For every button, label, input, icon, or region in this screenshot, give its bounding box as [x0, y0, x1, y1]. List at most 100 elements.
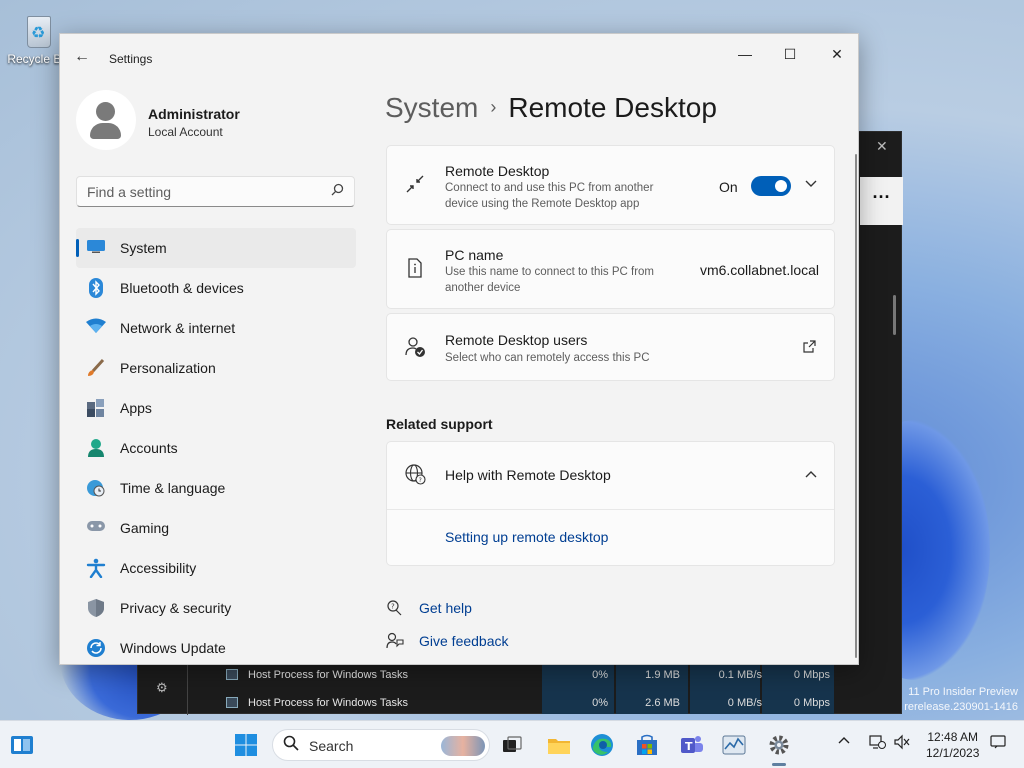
process-memory: 1.9 MB [645, 669, 680, 681]
process-name: Host Process for Windows Tasks [248, 669, 408, 681]
nav-item-accessibility[interactable]: Accessibility [76, 548, 356, 588]
content-scrollbar[interactable] [855, 154, 857, 658]
get-help-label: Get help [419, 600, 472, 616]
pc-name-icon [403, 258, 427, 282]
nav-item-time-language[interactable]: Time & language [76, 468, 356, 508]
process-name: Host Process for Windows Tasks [248, 697, 408, 709]
file-explorer-icon[interactable] [545, 731, 573, 759]
remote-desktop-toggle[interactable] [751, 176, 791, 196]
nav-item-label: Accounts [120, 440, 178, 456]
breadcrumb-current: Remote Desktop [508, 92, 717, 123]
brush-icon [86, 358, 106, 378]
settings-taskbar-icon[interactable] [765, 731, 793, 759]
task-manager-taskbar-icon[interactable] [720, 731, 748, 759]
open-external-icon[interactable] [803, 340, 816, 356]
process-cpu: 0% [592, 669, 608, 681]
nav-item-bluetooth-devices[interactable]: Bluetooth & devices [76, 268, 356, 308]
remote-desktop-card[interactable]: Remote Desktop Connect to and use this P… [386, 145, 835, 225]
remote-desktop-users-title: Remote Desktop users [445, 332, 588, 348]
teams-icon[interactable]: T [678, 731, 706, 759]
card-divider [387, 509, 834, 510]
help-icon: ? [386, 599, 404, 621]
taskbar: Search T 12:48 AM 12/1/2023 [0, 720, 1024, 768]
breadcrumb-parent[interactable]: System [385, 92, 478, 123]
notifications-icon[interactable] [990, 734, 1006, 753]
back-arrow-icon: ← [74, 48, 90, 65]
process-network: 0 Mbps [793, 697, 830, 709]
maximize-button[interactable]: ☐ [767, 40, 813, 68]
settings-search-box[interactable]: Find a setting [76, 176, 355, 207]
chevron-down-icon[interactable] [805, 177, 817, 192]
start-button[interactable] [232, 731, 260, 759]
nav-item-network-internet[interactable]: Network & internet [76, 308, 356, 348]
help-remote-desktop-card[interactable]: ? Help with Remote Desktop Setting up re… [386, 441, 835, 566]
volume-muted-icon[interactable] [893, 734, 911, 753]
nav-item-windows-update[interactable]: Windows Update [76, 628, 356, 664]
system-icon [86, 238, 106, 258]
setting-up-remote-desktop-link[interactable]: Setting up remote desktop [445, 529, 608, 545]
active-indicator [76, 239, 79, 257]
pc-name-value: vm6.collabnet.local [699, 262, 819, 278]
nav-item-label: Privacy & security [120, 600, 232, 616]
chevron-up-icon[interactable] [805, 469, 817, 484]
nav-item-privacy-security[interactable]: Privacy & security [76, 588, 356, 628]
give-feedback-label: Give feedback [419, 633, 509, 649]
nav-item-label: Windows Update [120, 640, 226, 656]
title-bar[interactable]: ← Settings — ☐ ✕ [60, 34, 858, 82]
system-clock[interactable]: 12:48 AM 12/1/2023 [926, 729, 979, 761]
taskbar-search[interactable]: Search [272, 729, 490, 761]
task-view-icon[interactable] [498, 731, 526, 759]
search-highlight-image [441, 736, 485, 756]
nav-item-apps[interactable]: Apps [76, 388, 356, 428]
bluetooth-icon [86, 278, 106, 298]
close-button[interactable]: ✕ [814, 40, 858, 68]
toggle-state-label: On [719, 179, 738, 195]
process-cpu: 0% [592, 697, 608, 709]
nav-item-accounts[interactable]: Accounts [76, 428, 356, 468]
minimize-button[interactable]: — [722, 40, 768, 68]
task-manager-row[interactable]: Host Process for Windows Tasks 0% 2.6 MB… [188, 690, 888, 716]
globe-clock-icon [86, 478, 106, 498]
nav-item-gaming[interactable]: Gaming [76, 508, 356, 548]
clock-date: 12/1/2023 [926, 746, 980, 760]
nav-item-label: Bluetooth & devices [120, 280, 244, 296]
widgets-icon[interactable] [8, 731, 36, 759]
search-icon[interactable] [331, 183, 344, 199]
window-title: Settings [109, 52, 153, 66]
network-icon [86, 318, 106, 338]
chevron-up-icon[interactable] [838, 734, 850, 750]
remote-desktop-users-card[interactable]: Remote Desktop users Select who can remo… [386, 313, 835, 381]
watermark-line-2: rerelease.230901-1416 [904, 701, 1018, 713]
back-button[interactable]: ← [72, 48, 92, 68]
store-icon[interactable] [633, 731, 661, 759]
nav-item-personalization[interactable]: Personalization [76, 348, 356, 388]
task-manager-more-button[interactable]: ··· [860, 177, 903, 225]
task-manager-scrollbar[interactable] [893, 295, 896, 335]
task-manager-settings-icon[interactable]: ⚙ [156, 680, 168, 696]
process-disk: 0 MB/s [727, 697, 762, 709]
remote-desktop-icon [403, 174, 427, 198]
pc-name-card: PC name Use this name to connect to this… [386, 229, 835, 309]
network-status-icon[interactable] [868, 734, 886, 753]
active-app-indicator [772, 763, 786, 766]
task-manager-close-icon[interactable]: ✕ [876, 138, 888, 155]
settings-window: ← Settings — ☐ ✕ Administrator Local Acc… [59, 33, 859, 665]
process-network: 0 Mbps [793, 669, 830, 681]
pc-name-title: PC name [445, 247, 504, 263]
shield-icon [86, 598, 106, 618]
feedback-icon [386, 632, 404, 654]
nav-item-label: Apps [120, 400, 152, 416]
nav-item-label: Personalization [120, 360, 216, 376]
task-manager-row[interactable]: Host Process for Windows Tasks 0% 1.9 MB… [188, 662, 888, 688]
search-input[interactable]: Find a setting [87, 184, 171, 200]
settings-nav: System Bluetooth & devices Network & int… [76, 228, 356, 664]
nav-item-label: Time & language [120, 480, 226, 496]
globe-help-icon: ? [403, 463, 427, 487]
profile-account-type: Local Account [148, 125, 223, 139]
breadcrumb-separator: › [490, 97, 497, 117]
nav-item-label: System [120, 240, 167, 256]
process-disk: 0.1 MB/s [718, 669, 762, 681]
related-support-heading: Related support [386, 416, 493, 432]
nav-item-system[interactable]: System [76, 228, 356, 268]
edge-browser-icon[interactable] [588, 731, 616, 759]
